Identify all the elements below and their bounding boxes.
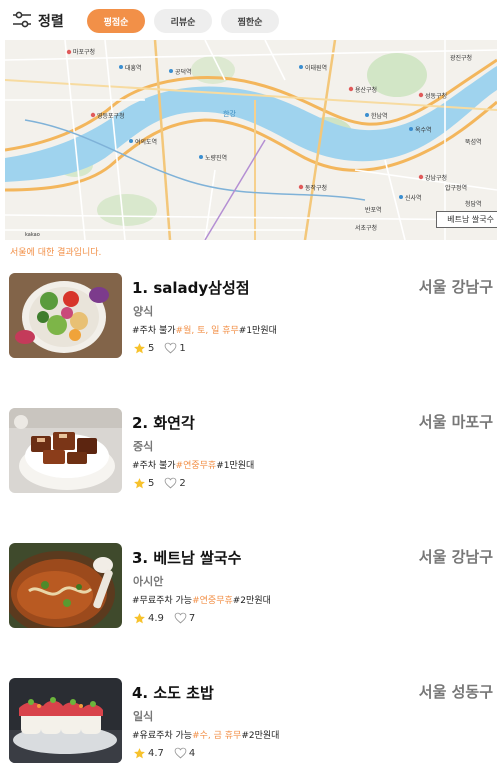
result-note: 서울에 대한 결과입니다. <box>10 248 102 258</box>
sort-by-reviews-button[interactable]: 리뷰순 <box>154 9 212 33</box>
svg-text:노량진역: 노량진역 <box>205 154 227 162</box>
parking-tag: #무료주차 가능 <box>132 596 193 606</box>
star-icon <box>134 612 145 623</box>
svg-text:서초구청: 서초구청 <box>355 224 377 232</box>
restaurant-name[interactable]: 2. 화연각 <box>132 412 195 433</box>
price-tag: #1만원대 <box>238 326 277 336</box>
restaurant-category: 일식 <box>133 710 154 723</box>
restaurant-tags: #유료주차 가능#수, 금 휴무#2만원대 <box>132 728 279 741</box>
svg-text:공덕역: 공덕역 <box>175 68 192 76</box>
heart-icon[interactable] <box>174 612 187 624</box>
sort-bar: 정렬 평점순 리뷰순 찜한순 <box>0 0 501 40</box>
restaurant-category: 중식 <box>133 440 154 453</box>
svg-text:동작구청: 동작구청 <box>305 185 327 192</box>
restaurant-tags: #주차 불가#연중무휴#1만원대 <box>132 458 254 471</box>
restaurant-name[interactable]: 4. 소도 초밥 <box>132 682 214 703</box>
restaurant-card[interactable]: 4. 소도 초밥 서울 성동구 일식 #유료주차 가능#수, 금 휴무#2만원대… <box>0 678 501 773</box>
heart-icon[interactable] <box>174 747 187 759</box>
svg-text:영등포구청: 영등포구청 <box>97 112 125 120</box>
parking-tag: #유료주차 가능 <box>132 731 193 741</box>
restaurant-category: 아시안 <box>133 575 164 588</box>
pho-soup-image[interactable] <box>9 543 122 628</box>
map-attribution: kakao <box>25 232 40 238</box>
closed-days-tag: #연중무휴 <box>175 461 217 471</box>
salad-bowl-image[interactable] <box>9 273 122 358</box>
svg-text:용산구청: 용산구청 <box>355 86 377 94</box>
restaurant-region: 서울 강남구 <box>418 548 493 566</box>
parking-tag: #주차 불가 <box>132 326 176 336</box>
price-tag: #2만원대 <box>241 731 280 741</box>
svg-text:청담역: 청담역 <box>465 200 482 208</box>
sort-by-favorites-button[interactable]: 찜한순 <box>221 9 279 33</box>
price-tag: #2만원대 <box>232 596 271 606</box>
svg-text:강남구청: 강남구청 <box>425 174 447 182</box>
restaurant-stats: 4.9 7 <box>133 611 195 625</box>
restaurant-card[interactable]: 3. 베트남 쌀국수 서울 강남구 아시안 #무료주차 가능#연중무휴#2만원대… <box>0 543 501 643</box>
sort-title: 정렬 <box>38 14 64 30</box>
likes-count: 4 <box>188 747 196 759</box>
restaurant-region: 서울 강남구 <box>418 278 493 296</box>
svg-text:옥수역: 옥수역 <box>415 126 432 134</box>
price-tag: #1만원대 <box>216 461 255 471</box>
closed-days-tag: #월, 토, 일 휴무 <box>175 326 239 336</box>
svg-text:광진구청: 광진구청 <box>450 54 472 62</box>
restaurant-region: 서울 마포구 <box>418 413 493 431</box>
sliders-icon[interactable] <box>12 11 32 29</box>
map-marker-label[interactable]: 베트남 쌀국수 <box>436 211 497 228</box>
restaurant-stats: 5 2 <box>133 476 186 490</box>
likes-count: 7 <box>188 612 196 624</box>
sort-by-rating-button[interactable]: 평점순 <box>87 9 145 33</box>
restaurant-card[interactable]: 2. 화연각 서울 마포구 중식 #주차 불가#연중무휴#1만원대 5 2 <box>0 408 501 508</box>
restaurant-tags: #주차 불가#월, 토, 일 휴무#1만원대 <box>132 323 277 336</box>
svg-text:대흥역: 대흥역 <box>125 64 142 72</box>
parking-tag: #주차 불가 <box>132 461 176 471</box>
likes-count: 1 <box>179 342 186 354</box>
svg-text:한강: 한강 <box>223 109 236 118</box>
svg-text:성동구청: 성동구청 <box>425 92 447 100</box>
restaurant-name[interactable]: 1. salady삼성점 <box>132 277 250 298</box>
restaurant-category: 양식 <box>133 305 154 318</box>
map-view[interactable]: 한강 마포구청 용산구청 성동구청 광진구청 동작구청 서초구청 영등포구청 강… <box>5 40 497 240</box>
restaurant-card[interactable]: 1. salady삼성점 서울 강남구 양식 #주차 불가#월, 토, 일 휴무… <box>0 273 501 373</box>
star-icon <box>134 747 145 758</box>
restaurant-stats: 4.7 4 <box>133 746 195 760</box>
svg-text:뚝섬역: 뚝섬역 <box>465 138 482 146</box>
restaurant-region: 서울 성동구 <box>418 683 493 701</box>
closed-days-tag: #수, 금 휴무 <box>192 731 242 741</box>
rating-value: 5 <box>148 342 155 354</box>
sushi-roll-image[interactable] <box>9 678 122 763</box>
restaurant-stats: 5 1 <box>133 341 186 355</box>
svg-text:신사역: 신사역 <box>405 194 422 202</box>
svg-text:마포구청: 마포구청 <box>73 48 95 56</box>
star-icon <box>134 342 145 353</box>
rating-value: 4.9 <box>148 612 164 624</box>
star-icon <box>134 477 145 488</box>
svg-text:한남역: 한남역 <box>371 112 388 120</box>
heart-icon[interactable] <box>164 477 177 489</box>
map-canvas: 한강 마포구청 용산구청 성동구청 광진구청 동작구청 서초구청 영등포구청 강… <box>5 40 497 240</box>
rating-value: 4.7 <box>148 747 164 759</box>
restaurant-tags: #무료주차 가능#연중무휴#2만원대 <box>132 593 271 606</box>
svg-text:반포역: 반포역 <box>365 206 382 214</box>
likes-count: 2 <box>179 477 186 489</box>
heart-icon[interactable] <box>164 342 177 354</box>
svg-text:여의도역: 여의도역 <box>135 138 157 146</box>
braised-pork-dish-image[interactable] <box>9 408 122 493</box>
svg-text:압구정역: 압구정역 <box>445 184 467 192</box>
closed-days-tag: #연중무휴 <box>192 596 233 606</box>
svg-text:이태원역: 이태원역 <box>305 64 327 72</box>
restaurant-name[interactable]: 3. 베트남 쌀국수 <box>132 547 241 568</box>
rating-value: 5 <box>148 477 155 489</box>
